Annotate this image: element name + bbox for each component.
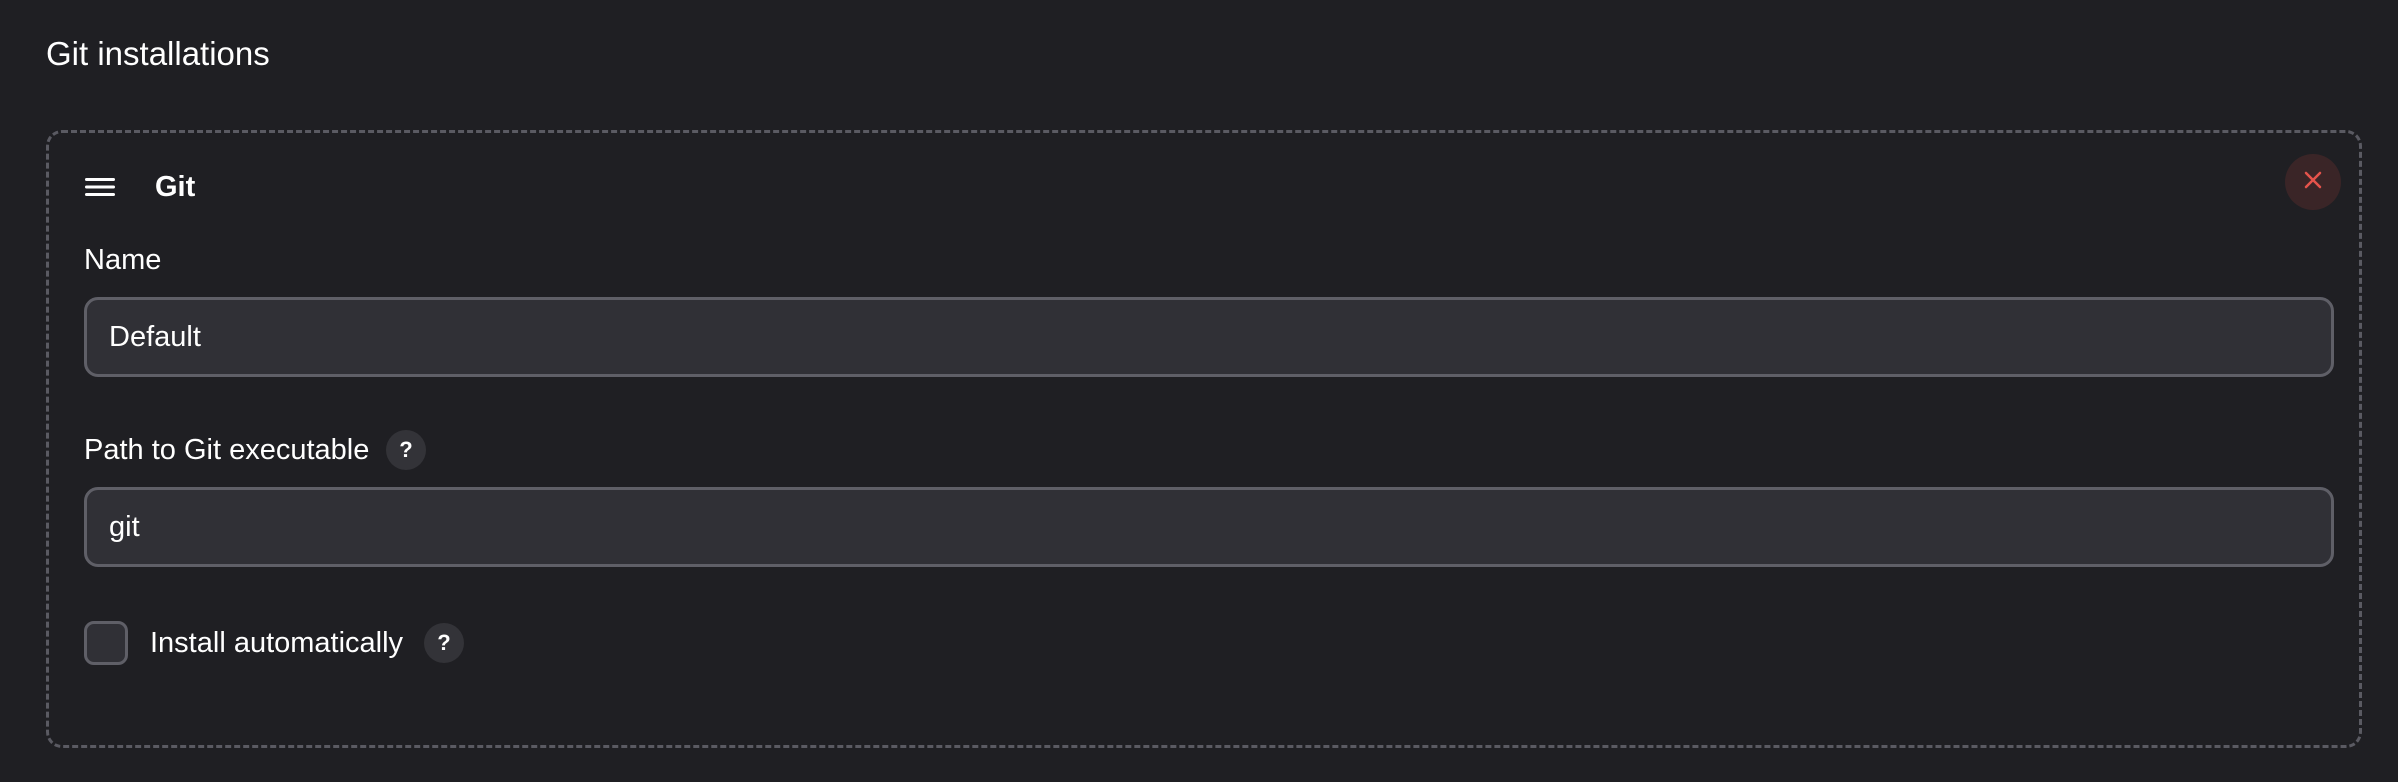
name-label: Name [84, 244, 162, 276]
name-input[interactable] [84, 297, 2334, 377]
path-help-icon[interactable]: ? [386, 430, 426, 470]
close-icon [2302, 169, 2324, 196]
card-title: Git [155, 171, 196, 203]
install-help-icon[interactable]: ? [424, 623, 464, 663]
section-title: Git installations [46, 35, 270, 72]
hamburger-icon[interactable] [85, 177, 115, 197]
install-automatically-label[interactable]: Install automatically [150, 625, 403, 661]
remove-button[interactable] [2285, 154, 2341, 210]
path-input[interactable] [84, 487, 2334, 567]
path-label: Path to Git executable [84, 434, 370, 466]
install-automatically-checkbox[interactable] [84, 621, 128, 665]
git-installation-card: Git Name Path to Git executable ? Instal… [46, 130, 2362, 748]
